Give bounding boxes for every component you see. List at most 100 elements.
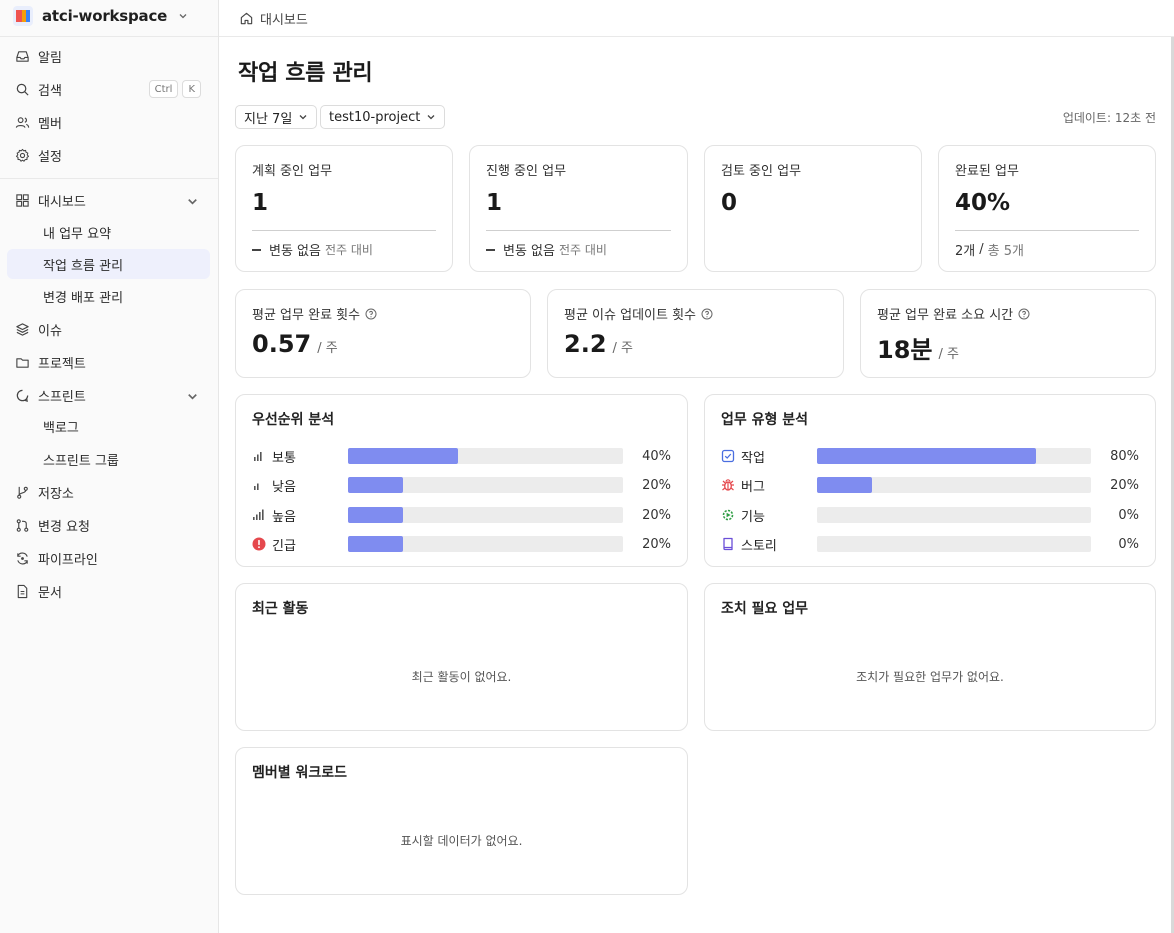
stat-label: 완료된 업무 bbox=[955, 164, 1019, 179]
type-name: 버그 bbox=[721, 476, 817, 495]
action-required-card: 조치 필요 업무 조치가 필요한 업무가 없어요. bbox=[704, 583, 1156, 731]
sidebar-divider bbox=[0, 178, 218, 179]
sidebar-item-notifications[interactable]: 알림 bbox=[7, 41, 210, 71]
kbd-k: K bbox=[182, 80, 201, 98]
percent-label: 20% bbox=[642, 477, 671, 493]
bar-track bbox=[817, 536, 1091, 552]
sidebar-item-dashboard[interactable]: 대시보드 bbox=[7, 185, 210, 215]
period-filter[interactable]: 지난 7일 bbox=[235, 105, 318, 129]
stat-card-in-review: 검토 중인 업무 0 bbox=[704, 145, 922, 272]
sprint-icon bbox=[16, 389, 29, 402]
help-icon[interactable] bbox=[1018, 308, 1030, 320]
document-icon bbox=[17, 584, 28, 598]
chevron-down-icon[interactable] bbox=[185, 194, 200, 209]
metric-label: 평균 업무 완료 소요 시간 bbox=[877, 304, 1030, 323]
priority-name: 낮음 bbox=[252, 476, 348, 495]
sidebar-item-change-requests[interactable]: 변경 요청 bbox=[7, 510, 210, 540]
workspace-logo-icon bbox=[13, 6, 33, 26]
bar-track bbox=[348, 536, 623, 552]
priority-name: 높음 bbox=[252, 506, 348, 525]
bar-track bbox=[817, 507, 1091, 523]
breadcrumb-item[interactable]: 대시보드 bbox=[260, 9, 308, 28]
sidebar-item-my-summary[interactable]: 내 업무 요약 bbox=[7, 217, 210, 247]
sidebar-item-members[interactable]: 멤버 bbox=[7, 107, 210, 137]
sidebar-item-label: 저장소 bbox=[38, 486, 74, 502]
metric-value: 2.2 / 주 bbox=[564, 330, 633, 358]
sidebar-item-docs[interactable]: 문서 bbox=[7, 576, 210, 606]
section-title: 업무 유형 분석 bbox=[721, 412, 809, 428]
stat-change: 변동 없음 전주 대비 bbox=[252, 240, 373, 259]
bar-track bbox=[817, 477, 1091, 493]
chevron-down-icon bbox=[299, 115, 307, 120]
sidebar-item-label: 멤버 bbox=[38, 116, 62, 132]
sidebar-item-label: 파이프라인 bbox=[38, 552, 98, 568]
completed-separator: / bbox=[979, 242, 984, 257]
sidebar-item-label: 스프린트 그룹 bbox=[43, 453, 119, 469]
sidebar-item-sprints[interactable]: 스프린트 bbox=[7, 380, 210, 410]
stat-compare: 전주 대비 bbox=[558, 243, 607, 257]
percent-label: 40% bbox=[642, 448, 671, 464]
help-icon[interactable] bbox=[365, 308, 377, 320]
page-title: 작업 흐름 관리 bbox=[238, 61, 373, 86]
priority-analysis-card: 우선순위 분석 보통 40% 낮음 20% 높음 20% 긴급 20% bbox=[235, 394, 688, 567]
sidebar-item-label: 문서 bbox=[38, 585, 62, 601]
sidebar-item-settings[interactable]: 설정 bbox=[7, 140, 210, 170]
stat-label: 계획 중인 업무 bbox=[252, 164, 333, 179]
feature-icon bbox=[722, 509, 734, 521]
type-row: 버그 20% bbox=[721, 475, 1139, 495]
git-branch-icon bbox=[17, 486, 28, 499]
type-label: 스토리 bbox=[741, 538, 777, 554]
bar-fill bbox=[817, 477, 872, 493]
sidebar-item-label: 설정 bbox=[38, 149, 62, 165]
empty-message: 최근 활동이 없어요. bbox=[411, 670, 512, 684]
sidebar-item-deploy[interactable]: 변경 배포 관리 bbox=[7, 281, 210, 311]
chevron-down-icon[interactable] bbox=[185, 389, 200, 404]
metric-number: 18분 bbox=[877, 336, 933, 364]
signal-medium-icon bbox=[254, 452, 262, 461]
stat-card-completed: 완료된 업무 40% 2개 / 총 5개 bbox=[938, 145, 1156, 272]
stat-value: 1 bbox=[486, 190, 503, 216]
home-icon[interactable] bbox=[239, 11, 254, 26]
sidebar-item-workflow[interactable]: 작업 흐름 관리 bbox=[7, 249, 210, 279]
sidebar-item-projects[interactable]: 프로젝트 bbox=[7, 347, 210, 377]
sidebar-item-backlog[interactable]: 백로그 bbox=[7, 411, 210, 441]
empty-message: 조치가 필요한 업무가 없어요. bbox=[856, 670, 1004, 684]
workspace-switcher[interactable]: atci-workspace bbox=[12, 4, 189, 28]
signal-low-icon bbox=[254, 483, 259, 490]
priority-row: 높음 20% bbox=[252, 505, 671, 525]
help-icon[interactable] bbox=[701, 308, 713, 320]
sidebar-item-issues[interactable]: 이슈 bbox=[7, 314, 210, 344]
sidebar-item-repositories[interactable]: 저장소 bbox=[7, 477, 210, 507]
period-filter-value: 지난 7일 bbox=[244, 111, 293, 127]
sidebar-item-label: 알림 bbox=[38, 50, 62, 66]
type-label: 기능 bbox=[741, 509, 765, 525]
priority-row: 낮음 20% bbox=[252, 475, 671, 495]
stat-label: 검토 중인 업무 bbox=[721, 164, 802, 179]
sidebar-item-label: 변경 배포 관리 bbox=[43, 290, 124, 306]
project-filter[interactable]: test10-project bbox=[320, 105, 446, 129]
updated-timestamp: 업데이트: 12초 전 bbox=[1062, 111, 1156, 125]
grid-icon bbox=[16, 193, 29, 207]
metric-card-issue-updates: 평균 이슈 업데이트 횟수 2.2 / 주 bbox=[547, 289, 844, 378]
sidebar-item-label: 이슈 bbox=[38, 323, 62, 339]
sidebar-item-search[interactable]: 검색 Ctrl K bbox=[7, 74, 210, 104]
type-name: 기능 bbox=[721, 506, 817, 525]
priority-label: 보통 bbox=[272, 450, 296, 466]
folder-icon bbox=[16, 357, 29, 368]
sidebar-item-sprint-groups[interactable]: 스프린트 그룹 bbox=[7, 444, 210, 474]
recent-activity-card: 최근 활동 최근 활동이 없어요. bbox=[235, 583, 688, 731]
sidebar-item-label: 백로그 bbox=[43, 420, 79, 436]
layers-icon bbox=[16, 322, 29, 336]
divider bbox=[252, 230, 436, 231]
priority-name: 보통 bbox=[252, 447, 348, 466]
sidebar-item-pipelines[interactable]: 파이프라인 bbox=[7, 543, 210, 573]
priority-row: 보통 40% bbox=[252, 446, 671, 466]
completed-done: 2개 bbox=[955, 244, 976, 259]
stat-change-text: 변동 없음 bbox=[503, 244, 555, 259]
type-row: 스토리 0% bbox=[721, 534, 1139, 554]
story-icon bbox=[723, 537, 733, 551]
metric-label-text: 평균 업무 완료 횟수 bbox=[252, 308, 361, 323]
section-title: 최근 활동 bbox=[252, 601, 309, 617]
metric-label-text: 평균 이슈 업데이트 횟수 bbox=[564, 308, 696, 323]
sidebar-item-label: 작업 흐름 관리 bbox=[43, 258, 124, 274]
